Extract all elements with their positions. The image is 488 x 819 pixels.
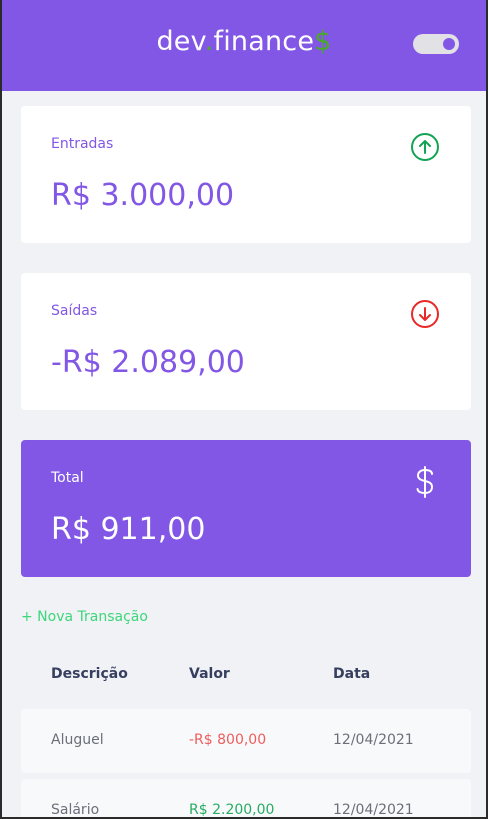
column-header-value: Valor xyxy=(189,666,230,682)
row-description: Salário xyxy=(51,802,100,817)
theme-toggle[interactable] xyxy=(413,34,459,54)
income-amount: R$ 3.000,00 xyxy=(51,178,235,213)
expense-amount: -R$ 2.089,00 xyxy=(51,345,245,380)
total-amount: R$ 911,00 xyxy=(51,512,206,547)
total-label: Total xyxy=(51,470,84,486)
column-header-date: Data xyxy=(333,666,371,682)
toggle-knob[interactable] xyxy=(443,38,455,50)
table-header: Descrição Valor Data xyxy=(21,658,471,694)
dollar-icon xyxy=(416,466,434,498)
row-value: R$ 2.200,00 xyxy=(189,802,275,817)
column-header-description: Descrição xyxy=(51,666,128,682)
row-date: 12/04/2021 xyxy=(333,732,414,748)
arrow-up-circle-icon xyxy=(411,133,439,161)
logo-prefix: dev xyxy=(156,26,205,57)
expense-label: Saídas xyxy=(51,303,98,319)
row-description: Aluguel xyxy=(51,732,104,748)
logo-name: finance xyxy=(213,26,315,57)
row-value: -R$ 800,00 xyxy=(189,732,267,748)
logo-dot: . xyxy=(204,26,214,57)
arrow-down-circle-icon xyxy=(411,300,439,328)
expense-card: Saídas -R$ 2.089,00 xyxy=(21,273,471,410)
total-card: Total R$ 911,00 xyxy=(21,440,471,577)
new-transaction-link[interactable]: + Nova Transação xyxy=(21,609,148,625)
app-window: dev.finance$ Entradas R$ 3.000,00 Saídas… xyxy=(2,0,486,817)
table-row: Aluguel -R$ 800,00 12/04/2021 xyxy=(21,709,471,773)
header: dev.finance$ xyxy=(2,0,486,91)
logo-suffix: $ xyxy=(314,26,332,57)
table-row: Salário R$ 2.200,00 12/04/2021 xyxy=(21,779,471,817)
income-label: Entradas xyxy=(51,136,114,152)
income-card: Entradas R$ 3.000,00 xyxy=(21,106,471,243)
row-date: 12/04/2021 xyxy=(333,802,414,817)
